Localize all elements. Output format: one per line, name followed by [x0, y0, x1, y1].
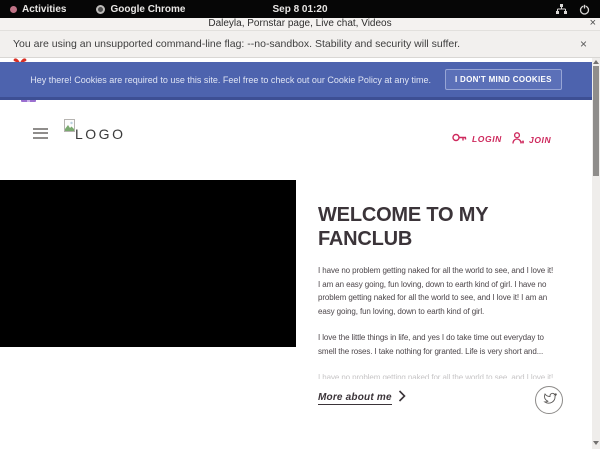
chrome-infobar: You are using an unsupported command-lin…: [0, 31, 600, 58]
browser-scrollbar[interactable]: [592, 58, 600, 449]
twitter-icon: [542, 391, 557, 409]
network-icon[interactable]: [556, 4, 567, 14]
content-scrollbar[interactable]: [558, 203, 566, 375]
login-button[interactable]: LOGIN: [452, 133, 502, 144]
browser-scrollbar-thumb[interactable]: [593, 66, 599, 176]
infobar-message: You are using an unsupported command-lin…: [13, 38, 460, 50]
video-player[interactable]: [0, 180, 296, 347]
twitter-button[interactable]: [535, 386, 563, 414]
welcome-heading: WELCOME TO MY FANCLUB: [318, 204, 528, 251]
cookie-message: Hey there! Cookies are required to use t…: [30, 75, 431, 85]
join-label: JOIN: [529, 135, 551, 145]
page-viewport: Hey there! Cookies are required to use t…: [0, 58, 600, 449]
about-section: WELCOME TO MY FANCLUB I have no problem …: [318, 204, 556, 379]
logo-text: LOGO: [75, 126, 125, 142]
menu-icon[interactable]: [33, 128, 48, 141]
chevron-right-icon: [398, 389, 406, 407]
about-paragraph-1: I have no problem getting naked for all …: [318, 264, 556, 318]
login-label: LOGIN: [472, 134, 502, 144]
gnome-top-bar: Activities Google Chrome Sep 8 01:20: [0, 0, 600, 18]
join-button[interactable]: JOIN: [512, 132, 551, 147]
cookie-banner: Hey there! Cookies are required to use t…: [0, 62, 592, 100]
activities-button[interactable]: Activities: [4, 0, 72, 18]
more-about-me-link[interactable]: More about me: [318, 389, 406, 407]
scrollbar-down-icon[interactable]: [593, 441, 599, 445]
add-user-icon: [512, 132, 524, 147]
app-menu-label: Google Chrome: [110, 4, 185, 15]
broken-image-icon: [64, 119, 75, 132]
site-logo[interactable]: LOGO: [64, 119, 124, 153]
power-icon[interactable]: [579, 4, 590, 15]
chrome-icon: [96, 5, 105, 14]
content-scrollbar-thumb[interactable]: [558, 216, 565, 310]
activities-indicator-icon: [10, 6, 17, 13]
accept-cookies-button[interactable]: I DON'T MIND COOKIES: [445, 69, 562, 90]
about-paragraph-3-clipped: I have no problem getting naked for all …: [318, 371, 556, 379]
activities-label: Activities: [22, 4, 66, 15]
infobar-close-icon[interactable]: ×: [580, 37, 587, 51]
scrollbar-up-icon[interactable]: [593, 60, 599, 64]
about-paragraph-2: I love the little things in life, and ye…: [318, 331, 556, 358]
app-menu-google-chrome[interactable]: Google Chrome: [90, 0, 191, 18]
close-tab-icon[interactable]: ×: [590, 17, 596, 29]
key-icon: [452, 133, 467, 144]
more-about-me-label: More about me: [318, 392, 392, 405]
page-title: Daleyla, Pornstar page, Live chat, Video…: [0, 18, 600, 30]
browser-titlebar: Daleyla, Pornstar page, Live chat, Video…: [0, 18, 600, 31]
